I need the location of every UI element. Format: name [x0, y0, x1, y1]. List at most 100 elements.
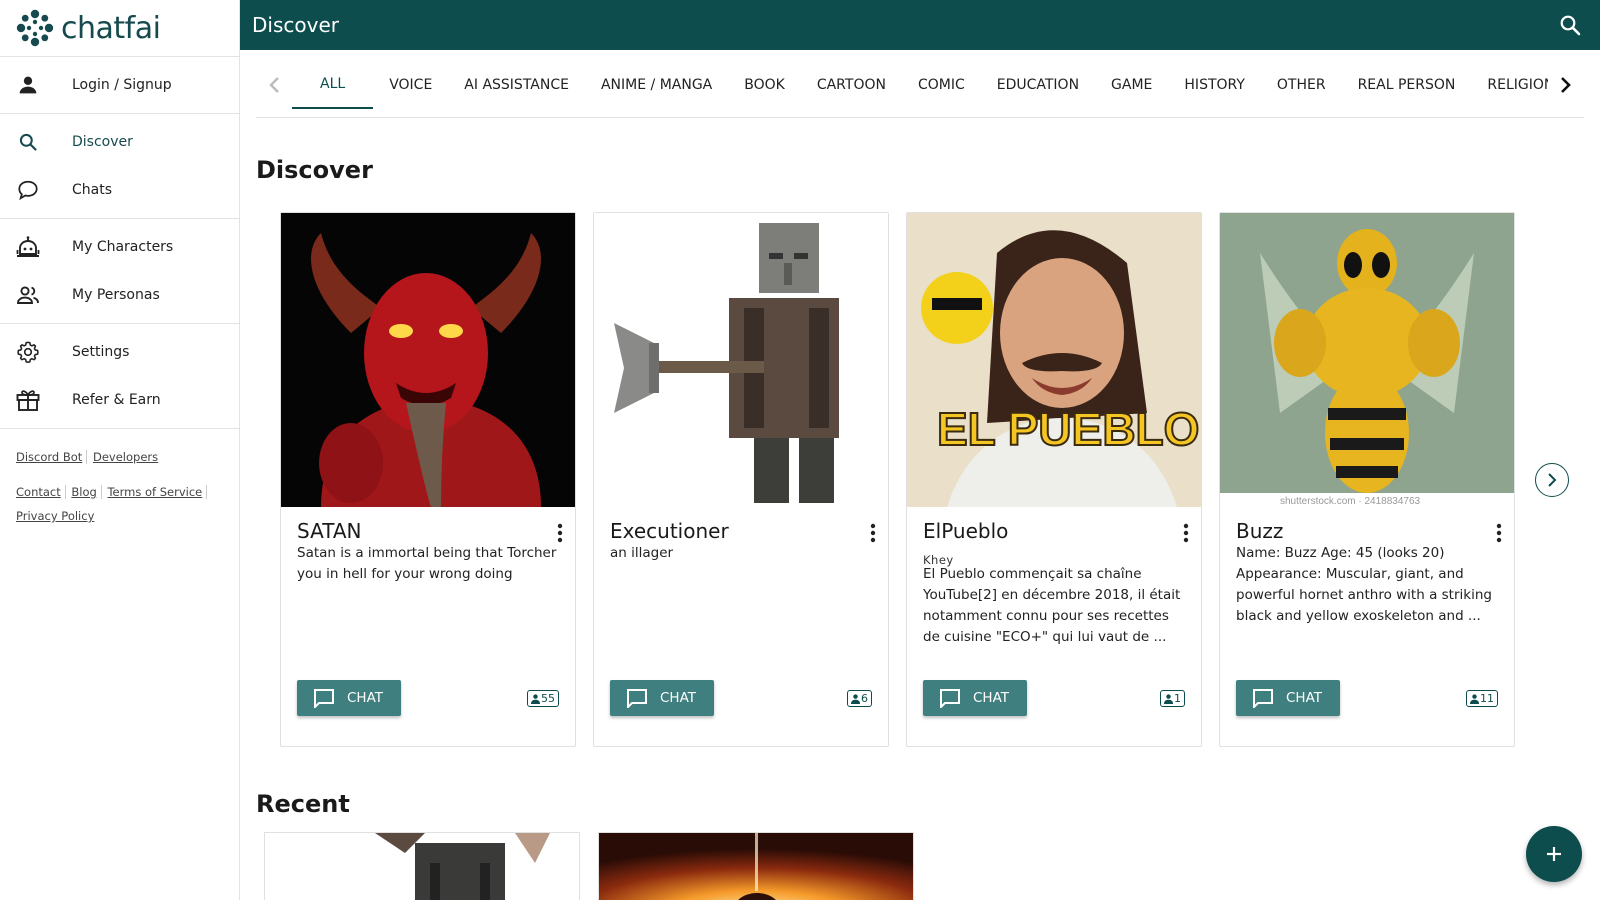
chat-count-badge: 1 — [1160, 690, 1185, 707]
tab-real-person[interactable]: REAL PERSON — [1342, 61, 1472, 109]
nav-group-settings: Settings Refer & Earn — [0, 324, 239, 429]
sidebar-item-label: Discover — [72, 134, 133, 150]
tab-other[interactable]: OTHER — [1261, 61, 1342, 109]
tab-religion[interactable]: RELIGION — [1471, 61, 1548, 109]
character-name: Executioner — [610, 519, 729, 543]
character-card[interactable]: Executioner an illager CHAT 6 — [593, 212, 889, 747]
search-icon — [16, 130, 40, 154]
recent-character-card[interactable] — [598, 832, 914, 900]
tab-anime-manga[interactable]: ANIME / MANGA — [585, 61, 728, 109]
tab-list: ALL VOICE AI ASSISTANCE ANIME / MANGA BO… — [292, 52, 1548, 117]
link-discord-bot[interactable]: Discord Bot — [14, 450, 88, 464]
gear-icon — [16, 340, 40, 364]
chevron-right-icon — [1561, 76, 1571, 93]
more-vert-icon[interactable] — [1496, 523, 1502, 543]
chat-icon — [314, 689, 334, 708]
section-title-recent: Recent — [256, 790, 350, 818]
character-card[interactable]: SATAN Satan is a immortal being that Tor… — [280, 212, 576, 747]
character-image — [281, 213, 575, 507]
create-character-button[interactable] — [1526, 826, 1582, 882]
chat-count: 1 — [1174, 692, 1181, 705]
tab-history[interactable]: HISTORY — [1168, 61, 1261, 109]
tabs-next-button[interactable] — [1548, 64, 1584, 105]
sidebar-item-label: Login / Signup — [72, 77, 172, 93]
character-description: an illager — [610, 545, 674, 561]
link-privacy[interactable]: Privacy Policy — [14, 509, 98, 523]
chat-count: 11 — [1480, 692, 1494, 705]
character-image: EL PUEBLO — [907, 213, 1201, 507]
gift-icon — [16, 388, 40, 412]
image-overlay-text: EL PUEBLO — [937, 403, 1199, 455]
logo-icon — [16, 9, 54, 47]
tabs-prev-button[interactable] — [256, 65, 292, 105]
chat-button[interactable]: CHAT — [1236, 680, 1340, 716]
top-bar: Discover — [240, 0, 1600, 50]
people-icon — [16, 283, 40, 307]
link-terms[interactable]: Terms of Service — [105, 485, 208, 499]
character-image: shutterstock.com · 2418834763 — [1220, 213, 1514, 507]
recent-character-card[interactable] — [264, 832, 580, 900]
link-blog[interactable]: Blog — [69, 485, 102, 499]
chat-count-badge: 11 — [1466, 690, 1498, 707]
tab-book[interactable]: BOOK — [728, 61, 801, 109]
person-icon — [16, 73, 40, 97]
sidebar: chatfai Login / Signup Discover Chats My… — [0, 0, 240, 900]
tab-game[interactable]: GAME — [1095, 61, 1168, 109]
carousel-next-button[interactable] — [1535, 463, 1569, 497]
recent-list — [264, 832, 914, 900]
chat-count: 6 — [861, 692, 868, 705]
app-name: chatfai — [61, 10, 161, 46]
plus-icon — [1547, 847, 1561, 861]
search-icon[interactable] — [1558, 13, 1582, 37]
nav-group-main: Discover Chats — [0, 114, 239, 219]
more-vert-icon[interactable] — [1183, 523, 1189, 543]
character-description: Satan is a immortal being that Torcher y… — [297, 545, 557, 582]
sidebar-item-refer-earn[interactable]: Refer & Earn — [0, 376, 239, 424]
chevron-left-icon — [269, 76, 279, 93]
sidebar-item-label: My Personas — [72, 287, 160, 303]
category-tabs: ALL VOICE AI ASSISTANCE ANIME / MANGA BO… — [256, 52, 1584, 118]
character-name: SATAN — [297, 519, 362, 543]
tab-cartoon[interactable]: CARTOON — [801, 61, 902, 109]
tab-all[interactable]: ALL — [292, 61, 374, 109]
chat-icon — [940, 689, 960, 708]
chat-button[interactable]: CHAT — [297, 680, 401, 716]
chat-icon — [1253, 689, 1273, 708]
sidebar-item-login[interactable]: Login / Signup — [0, 61, 239, 109]
chat-count: 55 — [541, 692, 555, 705]
robot-icon — [16, 235, 40, 259]
tab-comic[interactable]: COMIC — [902, 61, 981, 109]
logo[interactable]: chatfai — [0, 0, 239, 57]
tab-voice[interactable]: VOICE — [373, 61, 448, 109]
chat-button[interactable]: CHAT — [610, 680, 714, 716]
nav-group-account: Login / Signup — [0, 57, 239, 114]
link-developers[interactable]: Developers — [91, 450, 162, 464]
image-watermark: shutterstock.com · 2418834763 — [1280, 496, 1421, 507]
more-vert-icon[interactable] — [557, 523, 563, 543]
nav-group-personal: My Characters My Personas — [0, 219, 239, 324]
chat-button-label: CHAT — [347, 690, 384, 706]
tab-education[interactable]: EDUCATION — [981, 61, 1095, 109]
sidebar-item-my-characters[interactable]: My Characters — [0, 223, 239, 271]
tab-ai-assistance[interactable]: AI ASSISTANCE — [448, 61, 585, 109]
more-vert-icon[interactable] — [870, 523, 876, 543]
chat-button[interactable]: CHAT — [923, 680, 1027, 716]
sidebar-item-my-personas[interactable]: My Personas — [0, 271, 239, 319]
sidebar-item-label: Refer & Earn — [72, 392, 161, 408]
character-description: El Pueblo commençait sa chaîne YouTube[2… — [923, 566, 1181, 645]
link-contact[interactable]: Contact — [14, 485, 66, 499]
chat-button-label: CHAT — [973, 690, 1010, 706]
chat-button-label: CHAT — [1286, 690, 1323, 706]
sidebar-item-chats[interactable]: Chats — [0, 166, 239, 214]
person-icon — [851, 693, 860, 704]
person-icon — [1164, 693, 1173, 704]
sidebar-item-discover[interactable]: Discover — [0, 118, 239, 166]
chevron-right-icon — [1548, 473, 1557, 487]
chat-button-label: CHAT — [660, 690, 697, 706]
character-name: ElPueblo — [923, 519, 1009, 543]
character-card[interactable]: shutterstock.com · 2418834763 Buzz Name:… — [1219, 212, 1515, 747]
discover-carousel: SATAN Satan is a immortal being that Tor… — [280, 212, 1515, 747]
page-title: Discover — [252, 13, 339, 37]
sidebar-item-settings[interactable]: Settings — [0, 328, 239, 376]
character-card[interactable]: EL PUEBLO ElPueblo Khey El Pueblo commen… — [906, 212, 1202, 747]
